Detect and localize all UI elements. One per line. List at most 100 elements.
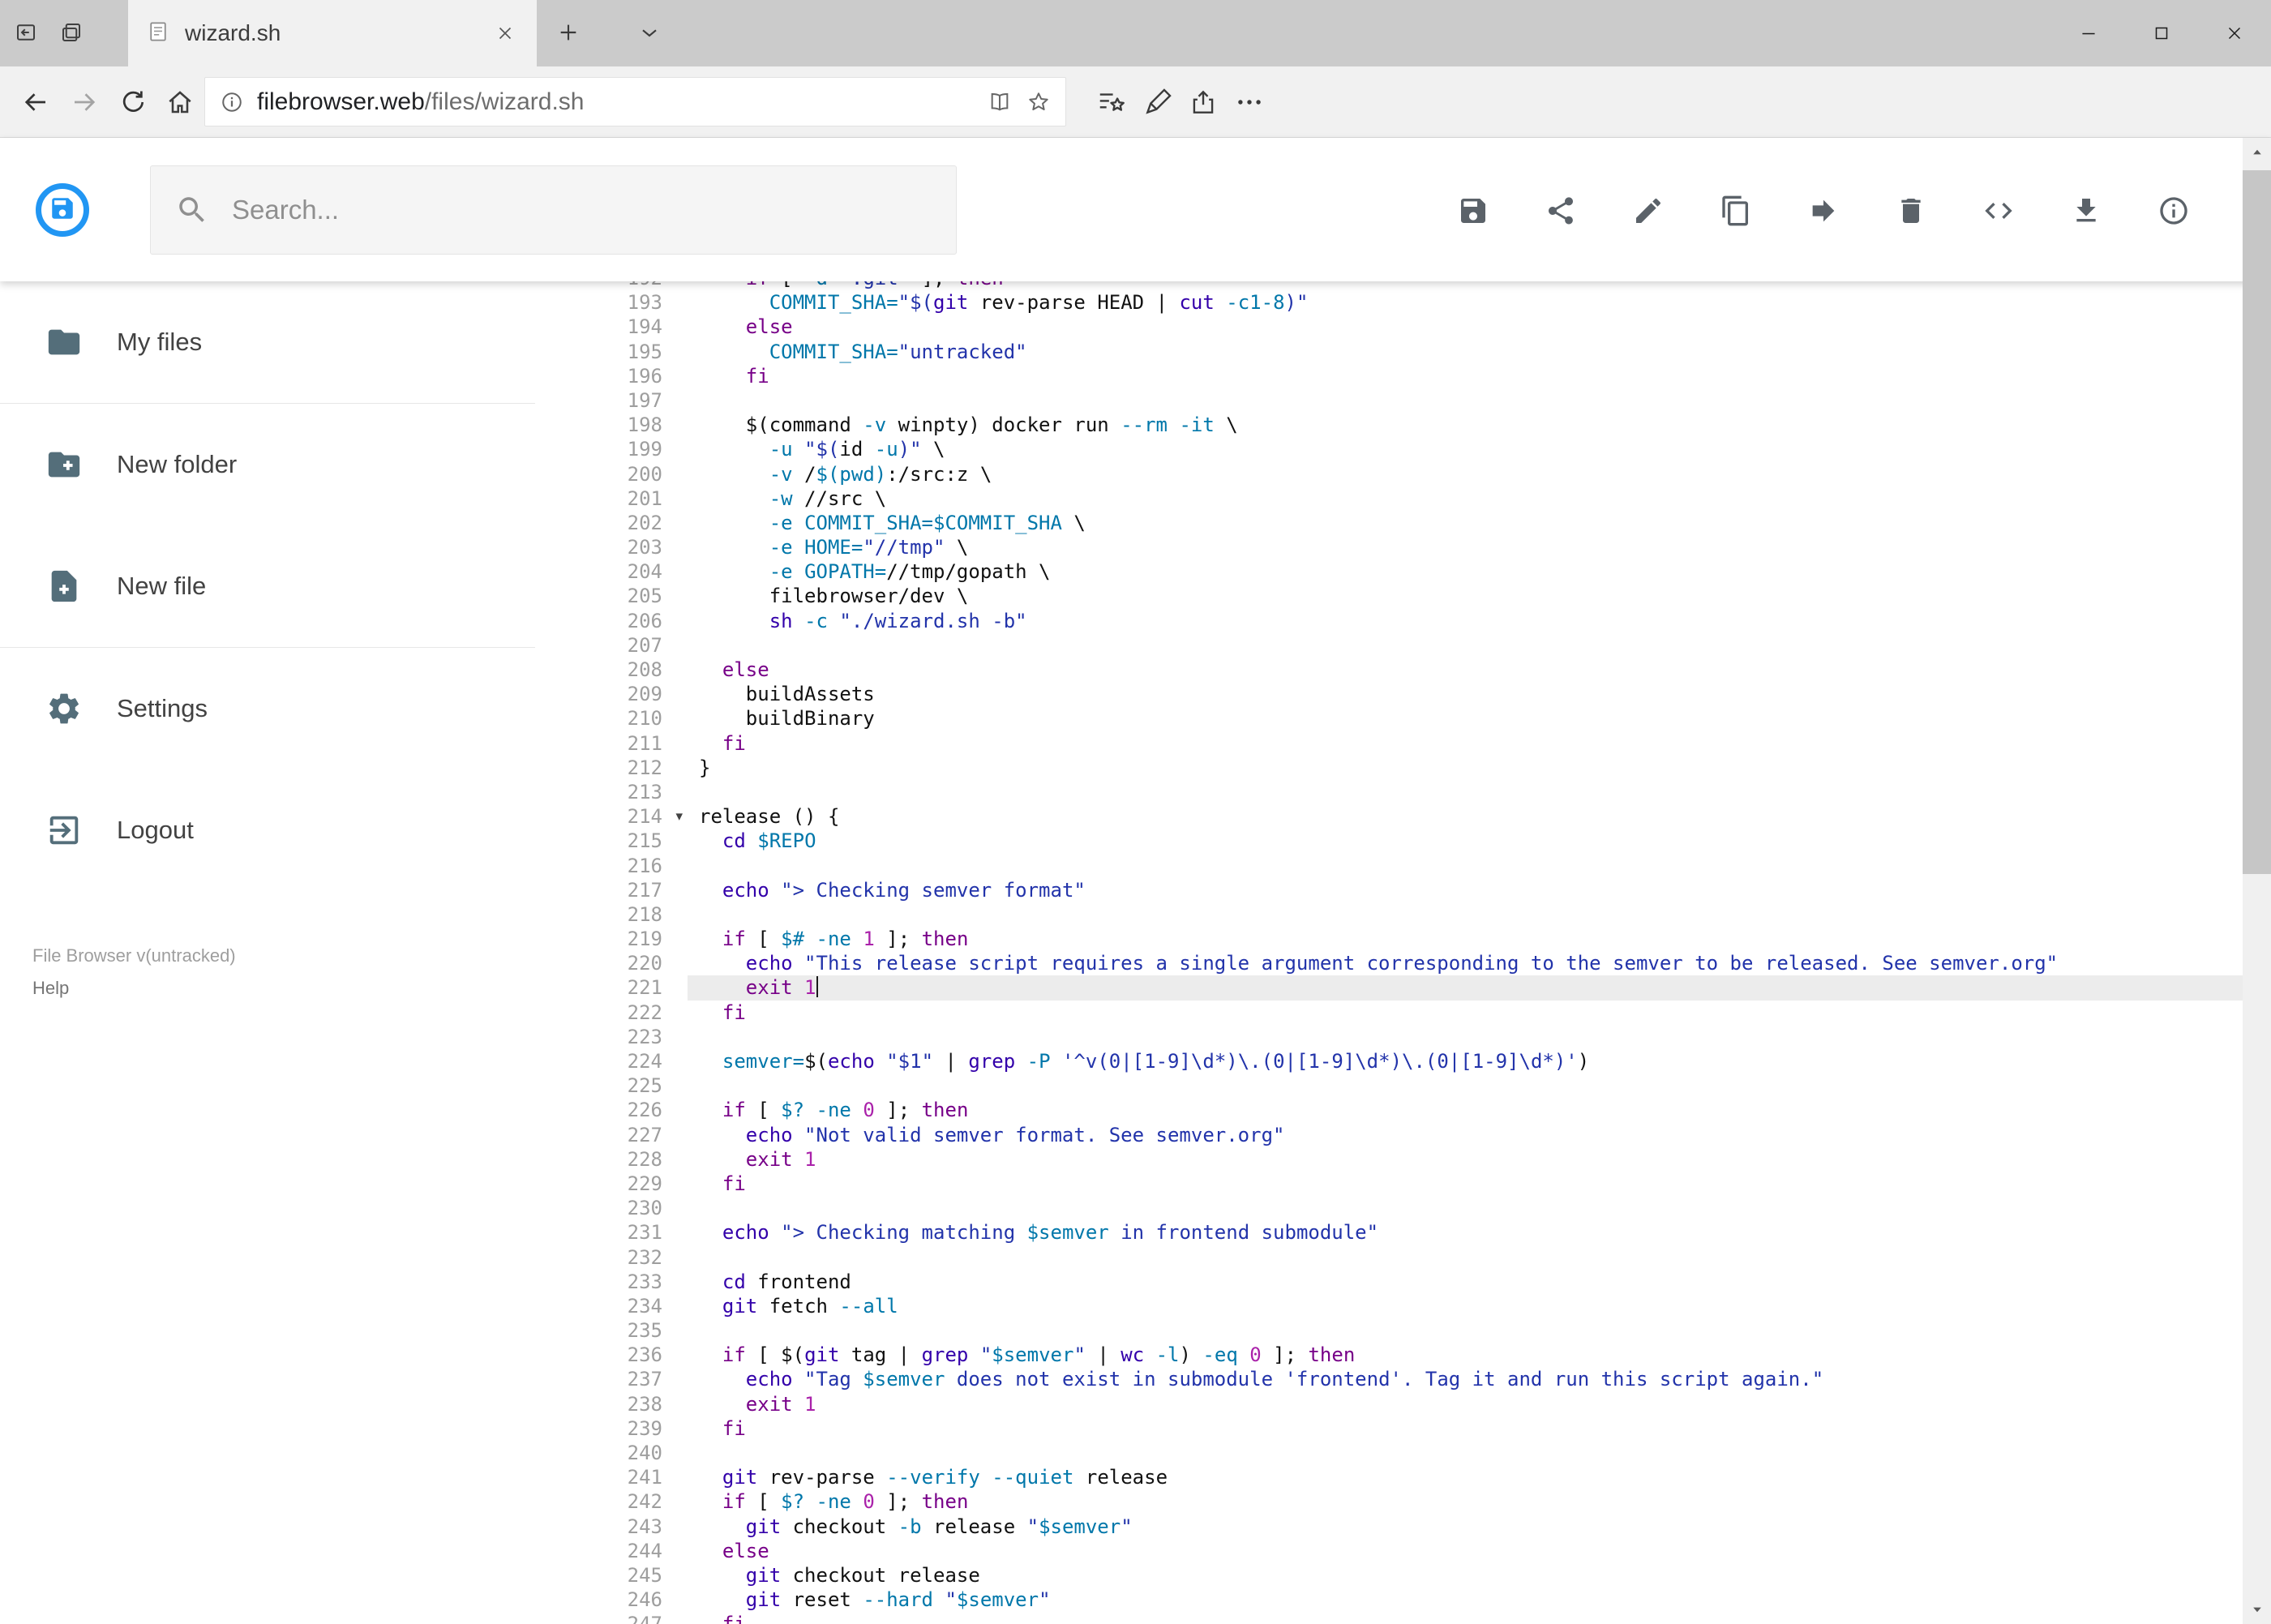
code-line[interactable]: 220 echo "This release script requires a… (535, 951, 2243, 975)
code-line[interactable]: 227 echo "Not valid semver format. See s… (535, 1123, 2243, 1147)
code-line[interactable]: 207 (535, 633, 2243, 658)
code-line[interactable]: 229 fi (535, 1172, 2243, 1196)
search-input[interactable] (232, 195, 932, 225)
hub-favorites-button[interactable] (1093, 84, 1130, 122)
sidebar-item-new-folder[interactable]: New folder (0, 404, 535, 525)
code-line[interactable]: 201 -w //src \ (535, 486, 2243, 511)
back-button[interactable] (18, 85, 54, 121)
code-line[interactable]: 210 buildBinary (535, 706, 2243, 731)
code-line[interactable]: 193 COMMIT_SHA="$(git rev-parse HEAD | c… (535, 290, 2243, 315)
search-box[interactable] (150, 165, 957, 255)
code-line[interactable]: 208 else (535, 658, 2243, 682)
scrollbar[interactable] (2243, 138, 2271, 1624)
code-line[interactable]: 203 -e HOME="//tmp" \ (535, 535, 2243, 559)
code-line[interactable]: 222 fi (535, 1001, 2243, 1025)
code-line[interactable]: 192 if [ -d ".git" ]; then (535, 281, 2243, 290)
code-line[interactable]: 194 else (535, 315, 2243, 339)
edit-button[interactable] (1632, 195, 1665, 227)
sidebar-item-new-file[interactable]: New file (0, 525, 535, 647)
code-line[interactable]: 245 git checkout release (535, 1563, 2243, 1588)
code-line[interactable]: 211 fi (535, 731, 2243, 756)
info-button[interactable] (2157, 195, 2190, 227)
code-line[interactable]: 230 (535, 1196, 2243, 1220)
code-line[interactable]: 234 git fetch --all (535, 1294, 2243, 1318)
code-line[interactable]: 219 if [ $# -ne 1 ]; then (535, 927, 2243, 951)
code-line[interactable]: 239 fi (535, 1416, 2243, 1441)
code-line[interactable]: 206 sh -c "./wizard.sh -b" (535, 609, 2243, 633)
code-line[interactable]: 247 fi (535, 1612, 2243, 1624)
code-line[interactable]: 215 cd $REPO (535, 829, 2243, 853)
tab-preview-toggle[interactable] (626, 11, 673, 55)
code-line[interactable]: 196 fi (535, 364, 2243, 388)
code-line[interactable]: 236 if [ $(git tag | grep "$semver" | wc… (535, 1343, 2243, 1367)
code-line[interactable]: 221 exit 1 (535, 975, 2243, 1001)
url-field[interactable]: filebrowser.web/files/wizard.sh (204, 77, 1066, 126)
code-line[interactable]: 244 else (535, 1539, 2243, 1563)
code-line[interactable]: 224 semver=$(echo "$1" | grep -P '^v(0|[… (535, 1049, 2243, 1073)
code-line[interactable]: 237 echo "Tag $semver does not exist in … (535, 1367, 2243, 1391)
code-line[interactable]: 200 -v /$(pwd):/src:z \ (535, 462, 2243, 486)
favorite-star-icon[interactable] (1025, 88, 1052, 116)
code-line[interactable]: 205 filebrowser/dev \ (535, 584, 2243, 608)
share-button[interactable] (1545, 195, 1577, 227)
code-line[interactable]: 242 if [ $? -ne 0 ]; then (535, 1489, 2243, 1514)
more-button[interactable] (1231, 84, 1268, 122)
code-line[interactable]: 204 -e GOPATH=//tmp/gopath \ (535, 559, 2243, 584)
code-line[interactable]: 240 (535, 1441, 2243, 1465)
tab-close-icon[interactable] (491, 19, 519, 47)
code-line[interactable]: 212} (535, 756, 2243, 780)
close-button[interactable] (2198, 0, 2271, 66)
scrollbar-thumb[interactable] (2243, 170, 2271, 874)
refresh-button[interactable] (115, 85, 151, 121)
code-line[interactable]: 214 ▾ release () { (535, 804, 2243, 829)
code-line[interactable]: 195 COMMIT_SHA="untracked" (535, 340, 2243, 364)
code-button[interactable] (1982, 195, 2015, 227)
app-logo[interactable] (36, 183, 89, 237)
move-button[interactable] (1807, 195, 1840, 227)
web-note-button[interactable] (1139, 84, 1176, 122)
code-line[interactable]: 226 if [ $? -ne 0 ]; then (535, 1098, 2243, 1122)
code-line[interactable]: 241 git rev-parse --verify --quiet relea… (535, 1465, 2243, 1489)
delete-button[interactable] (1895, 195, 1927, 227)
scroll-down-button[interactable] (2243, 1595, 2271, 1624)
set-tabs-aside-button[interactable] (6, 12, 45, 54)
code-line[interactable]: 223 (535, 1025, 2243, 1049)
sidebar-item-logout[interactable]: Logout (0, 769, 535, 891)
code-line[interactable]: 218 (535, 902, 2243, 927)
code-line[interactable]: 228 exit 1 (535, 1147, 2243, 1172)
code-line[interactable]: 238 exit 1 (535, 1392, 2243, 1416)
reading-view-icon[interactable] (986, 88, 1013, 116)
browser-tab[interactable]: wizard.sh (128, 0, 537, 66)
code-line[interactable]: 198 $(command -v winpty) docker run --rm… (535, 413, 2243, 437)
fold-marker-icon[interactable]: ▾ (675, 804, 683, 829)
copy-button[interactable] (1720, 195, 1752, 227)
code-line[interactable]: 246 git reset --hard "$semver" (535, 1588, 2243, 1612)
scroll-up-button[interactable] (2243, 138, 2271, 167)
code-line[interactable]: 197 (535, 388, 2243, 413)
code-line[interactable]: 232 (535, 1245, 2243, 1270)
page-info-icon[interactable] (218, 88, 246, 116)
help-link[interactable]: Help (32, 972, 236, 1005)
code-line[interactable]: 202 -e COMMIT_SHA=$COMMIT_SHA \ (535, 511, 2243, 535)
sidebar-item-my-files[interactable]: My files (0, 281, 535, 403)
download-button[interactable] (2070, 195, 2102, 227)
new-tab-button[interactable] (545, 11, 592, 55)
home-button[interactable] (162, 85, 198, 121)
sidebar-item-settings[interactable]: Settings (0, 648, 535, 769)
tabs-preview-button[interactable] (52, 12, 91, 54)
forward-button[interactable] (66, 85, 102, 121)
code-line[interactable]: 225 (535, 1073, 2243, 1098)
code-line[interactable]: 209 buildAssets (535, 682, 2243, 706)
save-button[interactable] (1457, 195, 1489, 227)
maximize-button[interactable] (2125, 0, 2198, 66)
code-line[interactable]: 217 echo "> Checking semver format" (535, 878, 2243, 902)
code-line[interactable]: 213 (535, 780, 2243, 804)
code-line[interactable]: 243 git checkout -b release "$semver" (535, 1515, 2243, 1539)
code-line[interactable]: 233 cd frontend (535, 1270, 2243, 1294)
browser-share-button[interactable] (1185, 84, 1222, 122)
code-line[interactable]: 199 -u "$(id -u)" \ (535, 437, 2243, 461)
code-editor[interactable]: 192 if [ -d ".git" ]; then193 COMMIT_SHA… (535, 281, 2243, 1624)
code-line[interactable]: 235 (535, 1318, 2243, 1343)
code-line[interactable]: 216 (535, 854, 2243, 878)
minimize-button[interactable] (2052, 0, 2125, 66)
